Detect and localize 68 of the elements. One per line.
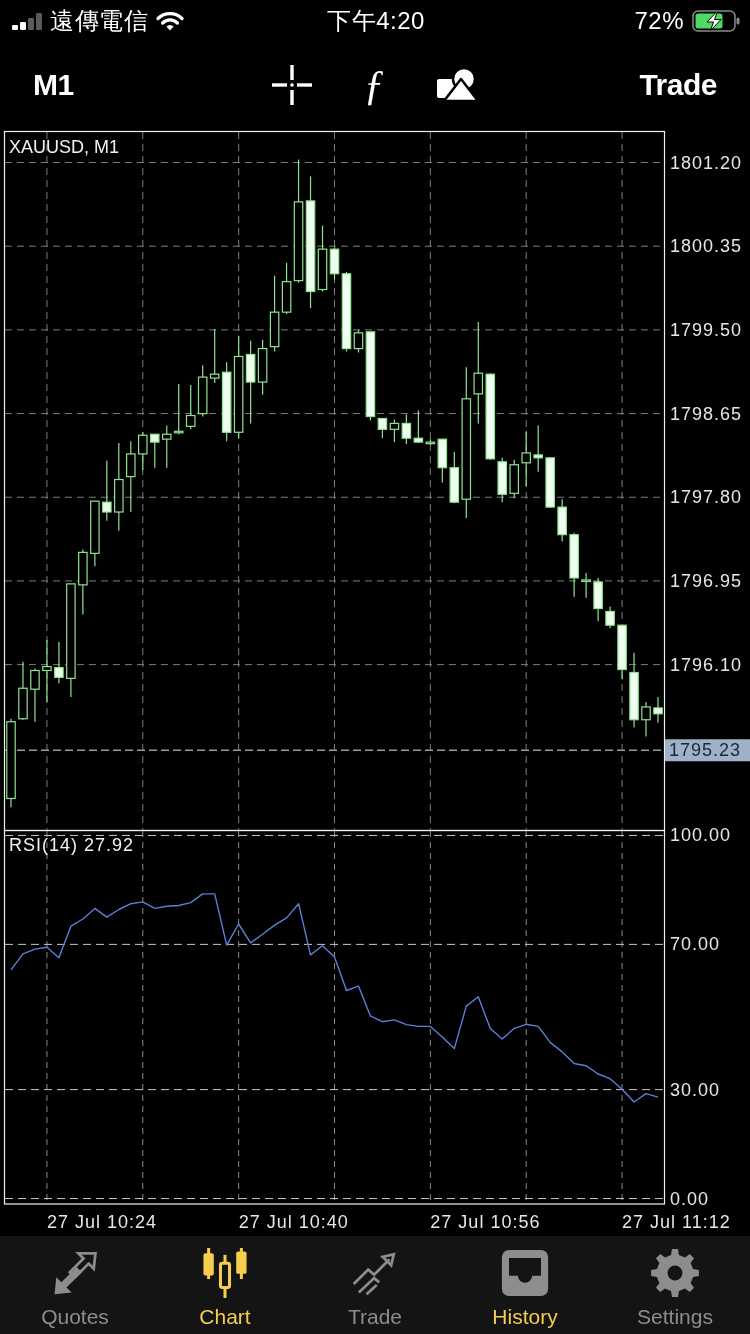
objects-button[interactable] (436, 68, 479, 102)
price-label: 1799.50 (670, 319, 743, 340)
tab[interactable]: Settings (600, 1236, 750, 1334)
candle (42, 639, 52, 703)
candle (18, 661, 28, 721)
wifi-icon (156, 11, 184, 31)
candle (641, 701, 651, 738)
timeframe-button[interactable]: M1 (33, 68, 74, 102)
ref-line-label: 1795.23 (669, 740, 742, 761)
candle (509, 459, 520, 499)
candle (173, 383, 184, 435)
candlestick-icon (202, 1248, 248, 1298)
carrier-name: 遠傳電信 (50, 7, 148, 35)
time-label: 27 Jul 10:40 (238, 1212, 349, 1232)
axis-label: 100.00 (670, 825, 732, 846)
tab[interactable]: History (450, 1236, 600, 1334)
price-label: 1796.95 (670, 570, 743, 591)
signal-icon (12, 12, 42, 30)
current-price-tag: 1795.23 (665, 739, 750, 762)
candle (569, 532, 579, 598)
candle (521, 430, 531, 487)
candle (149, 433, 160, 469)
trade-button[interactable]: Trade (639, 68, 717, 102)
candle (161, 424, 172, 469)
candle (581, 572, 591, 599)
status-time: 下午4:20 (327, 7, 425, 35)
candle (617, 624, 627, 680)
candle (102, 460, 112, 522)
axis-label: 0.00 (670, 1188, 710, 1209)
price-label: 1800.35 (670, 236, 743, 257)
shapes-icon (436, 68, 479, 102)
candle (557, 498, 567, 543)
chart-title: XAUUSD, M1 (9, 137, 120, 157)
battery-icon (692, 10, 740, 32)
price-label: 1798.65 (670, 403, 743, 424)
price-label: 1801.20 (670, 152, 743, 173)
candle (138, 431, 148, 471)
gear-icon (650, 1248, 700, 1298)
candle (533, 424, 543, 473)
candle (78, 548, 88, 615)
candle (593, 577, 603, 622)
crosshair-icon (271, 65, 312, 105)
inbox-icon (501, 1249, 549, 1297)
battery-percent: 72% (634, 7, 684, 35)
price-label: 1797.80 (670, 487, 743, 508)
time-label: 27 Jul 10:24 (46, 1212, 157, 1232)
indicator-label: RSI(14) 27.92 (9, 835, 135, 855)
price-label: 1796.10 (670, 654, 743, 675)
candle (605, 605, 615, 629)
candle (197, 364, 208, 418)
candle (54, 641, 64, 684)
candle (30, 667, 40, 723)
candle (401, 413, 412, 445)
axis-label: 70.00 (670, 934, 721, 955)
time-label: 27 Jul 11:12 (622, 1212, 731, 1232)
crosshair-button[interactable] (271, 65, 312, 105)
candle (545, 456, 555, 509)
axis-label: 30.00 (670, 1079, 721, 1100)
candle (389, 418, 400, 443)
tab[interactable]: Chart (150, 1236, 300, 1334)
candle (90, 500, 100, 567)
tab[interactable]: Quotes (0, 1236, 150, 1334)
candle (653, 696, 663, 724)
candle (185, 384, 196, 430)
indicators-button[interactable]: ƒ (363, 63, 385, 107)
time-label: 27 Jul 10:56 (430, 1212, 541, 1232)
tab[interactable]: Trade (300, 1236, 450, 1334)
trend-arrow-icon (351, 1250, 399, 1296)
